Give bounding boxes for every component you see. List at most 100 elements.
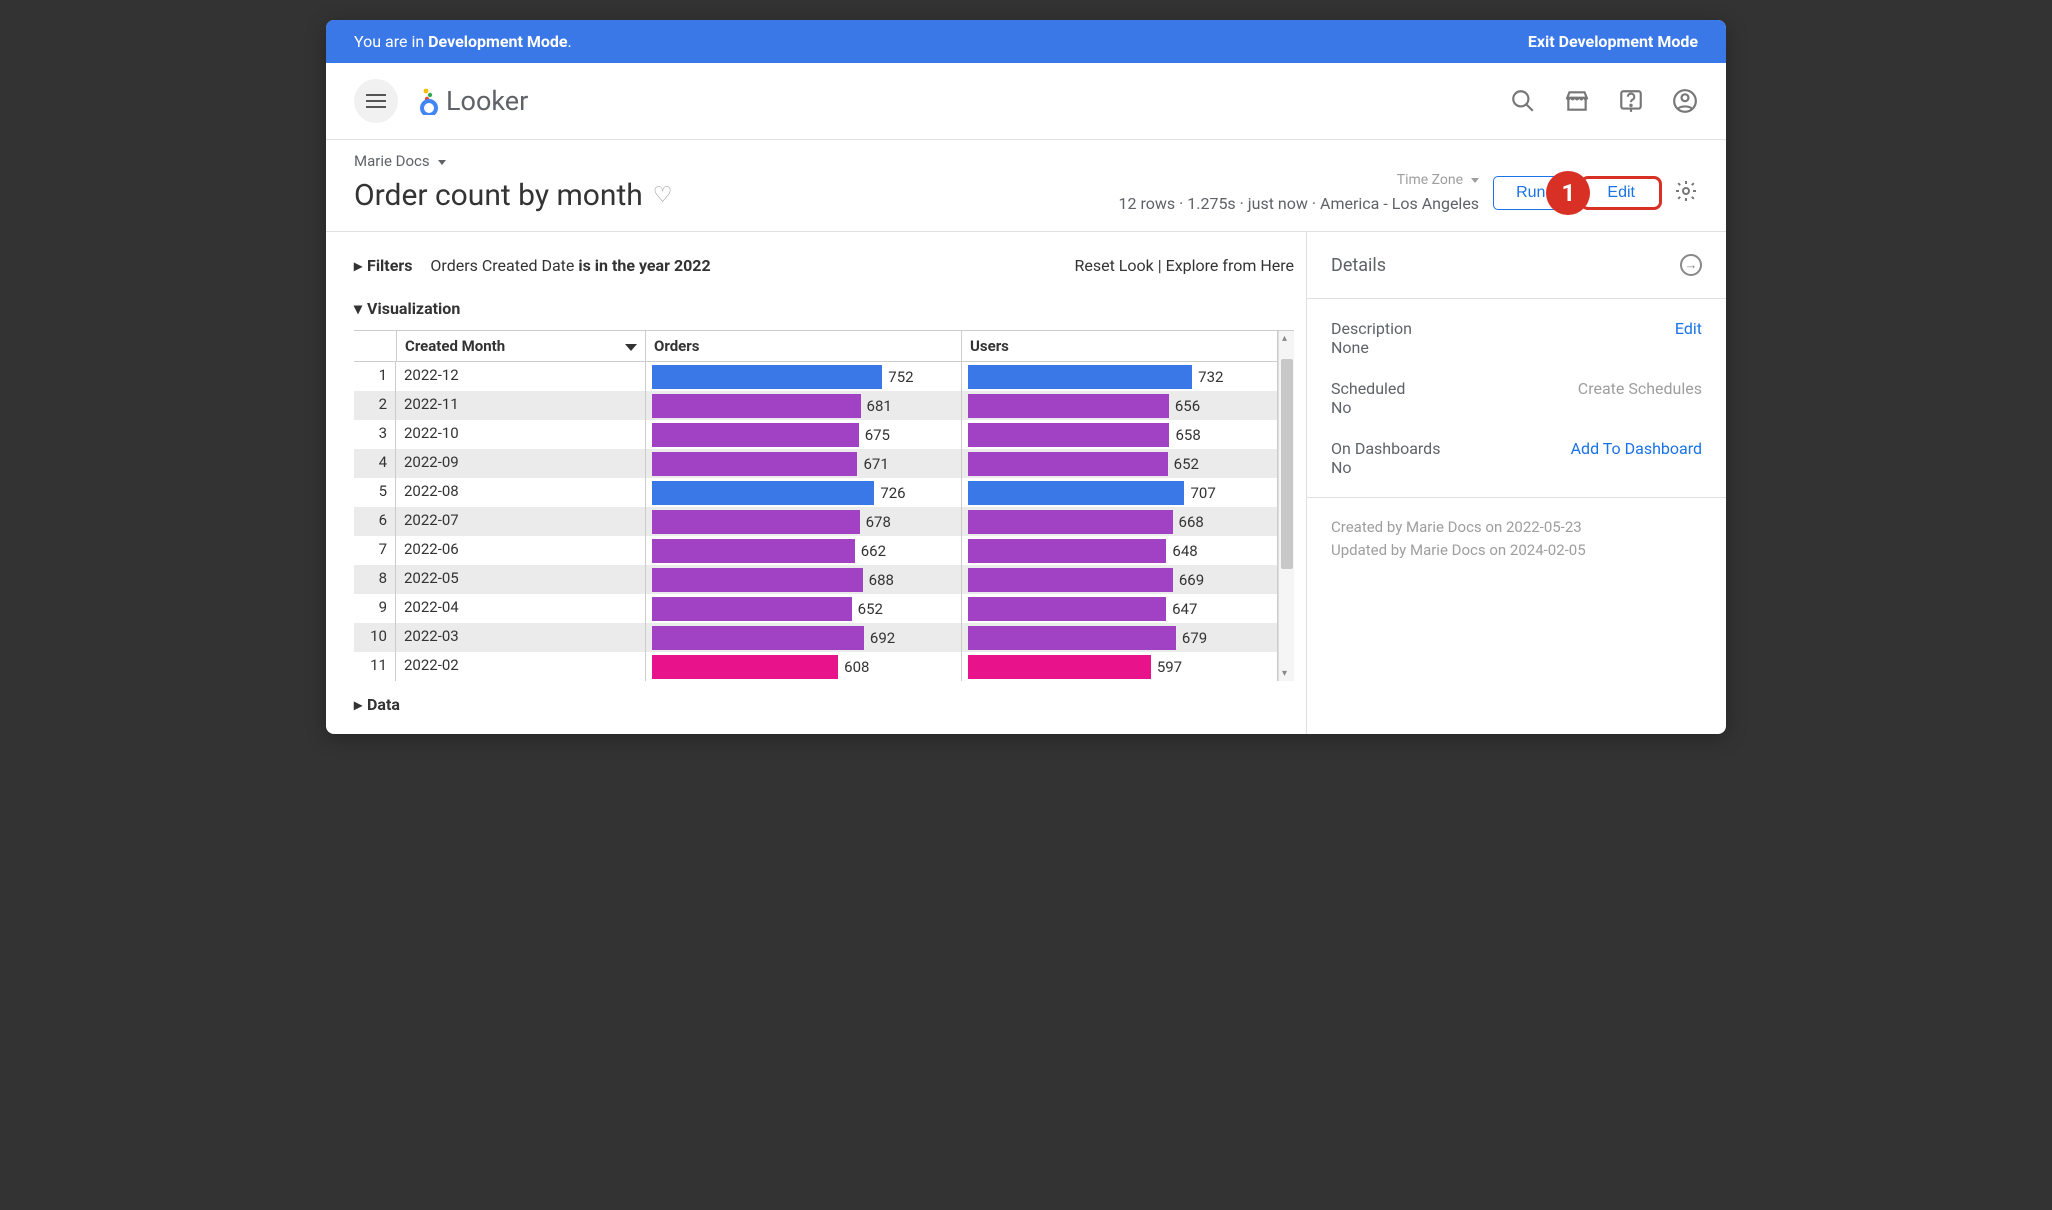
dev-banner-text: You are in Development Mode.	[354, 32, 572, 51]
month-cell[interactable]: 2022-08	[396, 478, 646, 507]
add-to-dashboard-link[interactable]: Add To Dashboard	[1571, 439, 1702, 477]
account-icon[interactable]	[1672, 88, 1698, 114]
users-header[interactable]: Users	[962, 331, 1278, 361]
month-cell[interactable]: 2022-02	[396, 652, 646, 681]
month-cell[interactable]: 2022-09	[396, 449, 646, 478]
reset-look-link[interactable]: Reset Look	[1075, 256, 1154, 275]
bar-value-label: 692	[870, 629, 895, 647]
scheduled-block: Scheduled No	[1331, 379, 1405, 417]
visualization-toggle[interactable]: Visualization	[354, 299, 1294, 318]
bar-fill	[968, 655, 1151, 679]
bar-fill	[652, 510, 860, 534]
bar-fill	[652, 597, 852, 621]
table-row: 52022-08726707	[354, 478, 1278, 507]
details-title: Details	[1331, 255, 1386, 276]
timezone-selector[interactable]: Time Zone	[1397, 172, 1479, 188]
orders-header[interactable]: Orders	[646, 331, 962, 361]
scheduled-label: Scheduled	[1331, 379, 1405, 398]
marketplace-icon[interactable]	[1564, 88, 1590, 114]
exit-dev-mode-button[interactable]: Exit Development Mode	[1528, 32, 1698, 51]
help-icon[interactable]	[1618, 88, 1644, 114]
filters-toggle[interactable]: Filters	[354, 256, 412, 275]
dev-mode-banner: You are in Development Mode. Exit Develo…	[326, 20, 1726, 63]
header-right: Time Zone 12 rows · 1.275s · just now · …	[1119, 172, 1699, 213]
bar-value-label: 678	[866, 513, 891, 531]
bar-fill	[652, 626, 864, 650]
created-month-header[interactable]: Created Month	[396, 331, 646, 361]
topbar: Looker	[326, 63, 1726, 140]
looker-logo[interactable]: Looker	[418, 85, 528, 117]
details-expand-button[interactable]: →	[1680, 254, 1702, 276]
month-cell[interactable]: 2022-07	[396, 507, 646, 536]
users-cell: 707	[962, 478, 1278, 507]
bar-value-label: 652	[858, 600, 883, 618]
main-menu-button[interactable]	[354, 79, 398, 123]
row-index: 9	[354, 594, 396, 623]
bar-value-label: 732	[1198, 368, 1223, 386]
details-dashboards: On Dashboards No Add To Dashboard	[1331, 439, 1702, 477]
orders-cell: 608	[646, 652, 962, 681]
scrollbar[interactable]: ▴ ▾	[1278, 331, 1294, 681]
orders-cell: 681	[646, 391, 962, 420]
details-body: Description None Edit Scheduled No Creat…	[1307, 299, 1726, 498]
month-cell[interactable]: 2022-06	[396, 536, 646, 565]
search-icon[interactable]	[1510, 88, 1536, 114]
dashboards-value: No	[1331, 458, 1440, 477]
edit-button-wrapper: 1 Edit	[1580, 176, 1662, 210]
users-cell: 647	[962, 594, 1278, 623]
month-cell[interactable]: 2022-11	[396, 391, 646, 420]
scrollbar-thumb[interactable]	[1281, 359, 1293, 569]
month-cell[interactable]: 2022-04	[396, 594, 646, 623]
dev-banner-suffix: .	[568, 32, 572, 51]
look-settings-button[interactable]	[1674, 179, 1698, 207]
dev-banner-prefix: You are in	[354, 32, 428, 51]
header-action-column: Time Zone 12 rows · 1.275s · just now · …	[1119, 172, 1480, 213]
bar-value-label: 656	[1175, 397, 1200, 415]
topbar-right	[1510, 88, 1698, 114]
create-schedules-link[interactable]: Create Schedules	[1578, 379, 1702, 417]
bar-fill	[968, 365, 1192, 389]
bar-value-label: 671	[863, 455, 888, 473]
edit-button[interactable]: Edit	[1580, 176, 1662, 210]
description-block: Description None	[1331, 319, 1412, 357]
dashboards-block: On Dashboards No	[1331, 439, 1440, 477]
details-meta: Created by Marie Docs on 2022-05-23 Upda…	[1307, 498, 1726, 579]
bar-fill	[652, 655, 838, 679]
favorite-icon[interactable]: ♡	[653, 183, 673, 208]
data-section-toggle[interactable]: Data	[354, 695, 1294, 714]
visualization-table: Created Month Orders Users 12022-1275273…	[354, 330, 1294, 681]
viz-column-headers: Created Month Orders Users	[354, 331, 1278, 362]
explore-from-here-link[interactable]: Explore from Here	[1166, 256, 1294, 275]
month-cell[interactable]: 2022-10	[396, 420, 646, 449]
bar-fill	[652, 394, 861, 418]
bar-value-label: 658	[1175, 426, 1200, 444]
timezone-label: Time Zone	[1397, 172, 1463, 188]
orders-cell: 752	[646, 362, 962, 391]
orders-cell: 688	[646, 565, 962, 594]
filters-left: Filters Orders Created Date is in the ye…	[354, 256, 711, 275]
orders-cell: 678	[646, 507, 962, 536]
edit-description-link[interactable]: Edit	[1675, 319, 1702, 357]
scroll-down-icon: ▾	[1282, 668, 1287, 679]
bar-value-label: 668	[1179, 513, 1204, 531]
main-content: Filters Orders Created Date is in the ye…	[326, 232, 1726, 734]
month-cell[interactable]: 2022-12	[396, 362, 646, 391]
description-value: None	[1331, 338, 1412, 357]
details-panel: Details → Description None Edit Schedule…	[1306, 232, 1726, 734]
bar-value-label: 752	[888, 368, 913, 386]
scheduled-value: No	[1331, 398, 1405, 417]
app-window: You are in Development Mode. Exit Develo…	[326, 20, 1726, 734]
bar-value-label: 681	[867, 397, 892, 415]
breadcrumb[interactable]: Marie Docs	[354, 152, 1698, 170]
table-row: 112022-02608597	[354, 652, 1278, 681]
row-index: 8	[354, 565, 396, 594]
table-row: 72022-06662648	[354, 536, 1278, 565]
users-cell: 652	[962, 449, 1278, 478]
looker-logo-text: Looker	[446, 85, 528, 117]
table-row: 12022-12752732	[354, 362, 1278, 391]
filter-actions: Reset Look | Explore from Here	[1075, 256, 1294, 275]
looker-logo-icon	[418, 87, 440, 115]
month-cell[interactable]: 2022-05	[396, 565, 646, 594]
bar-value-label: 647	[1172, 600, 1197, 618]
month-cell[interactable]: 2022-03	[396, 623, 646, 652]
